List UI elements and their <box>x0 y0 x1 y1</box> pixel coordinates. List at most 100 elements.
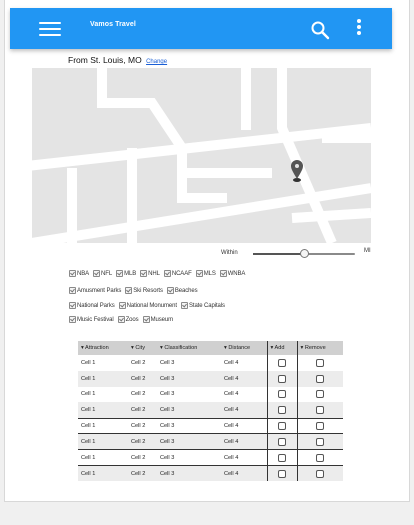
table-cell-remove <box>296 465 343 482</box>
table-row: Cell 1 Cell 2 Cell 3 Cell 4 <box>78 449 343 466</box>
add-checkbox[interactable] <box>278 437 286 446</box>
app-title: Vamos Travel <box>90 21 136 28</box>
checkbox-checked-icon[interactable] <box>69 302 76 309</box>
table-cell-remove <box>296 355 343 371</box>
table-cell: Cell 3 <box>157 386 221 403</box>
filter-checkbox-mlb[interactable]: MLB <box>116 270 136 277</box>
checkbox-checked-icon[interactable] <box>118 302 126 309</box>
distance-slider[interactable] <box>253 249 355 258</box>
remove-checkbox[interactable] <box>316 406 325 415</box>
distance-slider-fill <box>253 253 304 255</box>
filter-checkbox-nba[interactable]: NBA <box>69 270 89 277</box>
filter-checkbox-ski-resorts[interactable]: Ski Resorts <box>125 287 163 294</box>
checkbox-checked-icon[interactable] <box>69 270 76 277</box>
distance-unit-label: MI <box>364 248 371 254</box>
add-checkbox[interactable] <box>278 358 286 367</box>
table-cell: Cell 3 <box>157 402 221 419</box>
remove-checkbox[interactable] <box>316 390 325 399</box>
header-city[interactable]: ▾ City <box>128 341 157 355</box>
filter-checkbox-zoos[interactable]: Zoos <box>117 316 139 323</box>
checkbox-checked-icon[interactable] <box>166 287 174 294</box>
add-checkbox[interactable] <box>278 422 286 431</box>
table-row: Cell 1 Cell 2 Cell 3 Cell 4 <box>78 417 343 434</box>
remove-checkbox[interactable] <box>316 358 325 367</box>
filter-label: National Parks <box>77 302 115 309</box>
filter-label: Amusment Parks <box>77 287 122 294</box>
filter-checkbox-beaches[interactable]: Beaches <box>166 287 198 294</box>
checkbox-checked-icon[interactable] <box>180 302 188 309</box>
table-cell: Cell 2 <box>128 449 157 466</box>
remove-checkbox[interactable] <box>316 469 325 478</box>
filter-checkbox-national-monument[interactable]: National Monument <box>118 302 177 309</box>
table-cell: Cell 3 <box>157 355 221 371</box>
filter-checkbox-amusment-parks[interactable]: Amusment Parks <box>69 287 121 294</box>
filter-label: State Capitals <box>188 302 225 309</box>
table-cell: Cell 1 <box>78 370 128 387</box>
remove-checkbox[interactable] <box>316 374 325 383</box>
header-remove[interactable]: ▾ Remove <box>296 341 343 355</box>
location-line: From St. Louis, MO Change <box>68 55 167 65</box>
checkbox-checked-icon[interactable] <box>69 287 76 294</box>
table-cell: Cell 2 <box>128 417 157 434</box>
filter-label: NCAAF <box>171 270 192 277</box>
filter-checkbox-music-festival[interactable]: Music Festival <box>69 316 114 323</box>
filter-checkbox-mls[interactable]: MLS <box>195 270 216 277</box>
add-checkbox[interactable] <box>278 469 286 478</box>
hamburger-menu-icon[interactable] <box>39 21 61 37</box>
table-cell: Cell 1 <box>78 433 128 450</box>
filter-checkbox-state-capitals[interactable]: State Capitals <box>180 302 225 309</box>
checkbox-checked-icon[interactable] <box>163 270 171 277</box>
table-cell: Cell 1 <box>78 449 128 466</box>
change-location-link[interactable]: Change <box>146 59 167 65</box>
add-checkbox[interactable] <box>278 390 286 399</box>
filter-checkbox-wnba[interactable]: WNBA <box>219 270 246 277</box>
filter-checkbox-museum[interactable]: Museum <box>142 316 173 323</box>
filter-checkbox-nfl[interactable]: NFL <box>93 270 112 277</box>
checkbox-checked-icon[interactable] <box>69 316 76 323</box>
header-add[interactable]: ▾ Add <box>266 341 297 355</box>
filter-label: WNBA <box>227 270 246 277</box>
checkbox-checked-icon[interactable] <box>195 270 203 277</box>
table-cell: Cell 4 <box>221 417 267 434</box>
header-distance[interactable]: ▾ Distance <box>221 341 267 355</box>
table-cell-add <box>266 386 297 403</box>
add-checkbox[interactable] <box>278 374 286 383</box>
checkbox-checked-icon[interactable] <box>117 316 125 323</box>
header-attraction[interactable]: ▾ Attraction <box>78 341 128 355</box>
header-classification[interactable]: ▾ Classification <box>157 341 221 355</box>
add-checkbox[interactable] <box>278 406 286 415</box>
more-vert-icon[interactable] <box>356 19 362 37</box>
remove-checkbox[interactable] <box>316 422 325 431</box>
checkbox-checked-icon[interactable] <box>140 270 148 277</box>
remove-checkbox[interactable] <box>316 437 325 446</box>
add-checkbox[interactable] <box>278 453 286 462</box>
filter-label: Ski Resorts <box>133 287 163 294</box>
map-roads <box>32 68 371 243</box>
table-cell: Cell 4 <box>221 465 267 482</box>
checkbox-checked-icon[interactable] <box>93 270 101 277</box>
table-cell: Cell 1 <box>78 465 128 482</box>
table-cell: Cell 4 <box>221 370 267 387</box>
map-view[interactable] <box>32 68 371 243</box>
table-cell: Cell 1 <box>78 402 128 419</box>
filter-checkbox-ncaaf[interactable]: NCAAF <box>163 270 192 277</box>
filter-label: NFL <box>101 270 113 277</box>
filter-label: Beaches <box>174 287 198 294</box>
table-row: Cell 1 Cell 2 Cell 3 Cell 4 <box>78 386 343 403</box>
checkbox-checked-icon[interactable] <box>219 270 227 277</box>
checkbox-checked-icon[interactable] <box>116 270 124 277</box>
table-cell: Cell 3 <box>157 370 221 387</box>
attractions-table: ▾ Attraction ▾ City ▾ Classification ▾ D… <box>78 341 343 482</box>
distance-slider-thumb[interactable] <box>300 249 309 258</box>
filter-label: Music Festival <box>77 316 114 323</box>
remove-checkbox[interactable] <box>316 453 325 462</box>
within-label: Within <box>221 250 238 256</box>
table-row: Cell 1 Cell 2 Cell 3 Cell 4 <box>78 355 343 371</box>
filter-checkbox-nhl[interactable]: NHL <box>140 270 160 277</box>
checkbox-checked-icon[interactable] <box>142 316 150 323</box>
filter-checkbox-national-parks[interactable]: National Parks <box>69 302 115 309</box>
search-icon[interactable] <box>310 20 330 40</box>
table-cell-add <box>266 433 297 450</box>
filter-row-culture: Music Festival Zoos Museum <box>69 316 177 323</box>
checkbox-checked-icon[interactable] <box>125 287 133 294</box>
